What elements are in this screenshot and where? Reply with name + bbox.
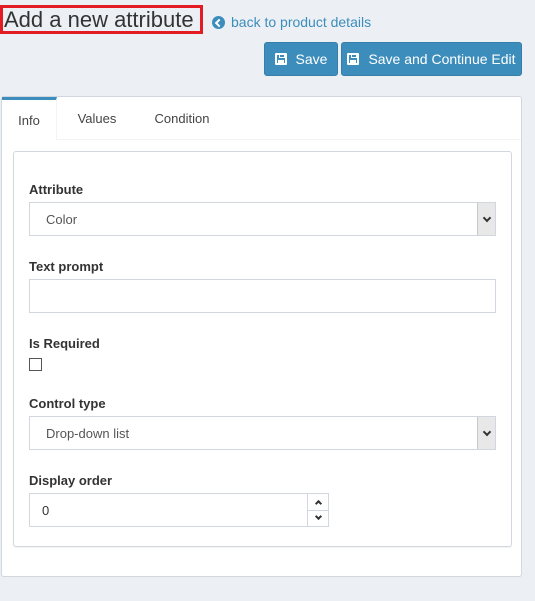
back-link-label: back to product details [231,14,372,30]
chevron-down-icon[interactable] [477,417,495,449]
chevron-up-icon[interactable] [308,494,328,510]
page-title: Add a new attribute [0,5,203,34]
chevron-down-icon[interactable] [308,509,328,527]
floppy-disk-icon [274,53,287,65]
spinner [307,494,328,526]
tab-bar: Info Values Condition [2,97,521,140]
is-required-label: Is Required [29,336,100,351]
display-order-value: 0 [42,502,50,518]
text-prompt-label: Text prompt [29,259,104,274]
back-to-product-link[interactable]: back to product details [212,14,371,30]
control-type-select[interactable]: Drop-down list [29,416,496,450]
floppy-disk-icon [347,53,360,65]
control-type-label: Control type [29,396,106,411]
control-type-select-value: Drop-down list [46,425,130,441]
is-required-checkbox[interactable] [29,358,42,371]
save-continue-button-label: Save and Continue Edit [368,51,516,67]
save-button[interactable]: Save [264,42,338,76]
attribute-select[interactable]: Color [29,202,496,236]
attribute-card: Info Values Condition Attribute Color Te… [1,96,522,577]
display-order-stepper[interactable]: 0 [29,493,329,527]
attribute-label: Attribute [29,182,84,197]
tab-condition[interactable]: Condition [137,97,227,140]
tab-info[interactable]: Info [2,97,57,140]
save-and-continue-button[interactable]: Save and Continue Edit [341,42,522,76]
chevron-down-icon[interactable] [477,203,495,235]
info-panel: Attribute Color Text prompt Is Required … [13,151,512,547]
save-button-label: Save [295,51,328,67]
tab-values[interactable]: Values [57,97,137,140]
arrow-circle-left-icon [212,15,225,29]
attribute-select-value: Color [46,211,78,227]
text-prompt-input[interactable] [29,279,496,313]
display-order-label: Display order [29,473,113,488]
